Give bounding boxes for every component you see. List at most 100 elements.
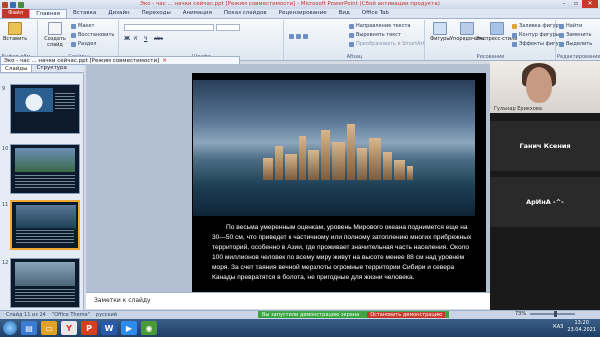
zoom-level[interactable]: 73% <box>515 311 526 317</box>
new-slide-icon <box>48 22 62 35</box>
new-slide-button[interactable]: Создать слайд <box>42 22 68 48</box>
tab-slideshow[interactable]: Показ слайдов <box>218 9 273 18</box>
current-slide[interactable]: По весьма умеренным оценкам, уровень Мир… <box>192 73 486 292</box>
app-icon[interactable]: ◉ <box>141 321 157 335</box>
zoom-slider[interactable] <box>530 311 575 317</box>
tab-animation[interactable]: Анимация <box>177 9 218 18</box>
slide-thumbnail[interactable] <box>10 258 80 308</box>
tab-file[interactable]: Файл <box>2 9 30 18</box>
smartart-button[interactable]: Преобразовать в SmartArt <box>349 41 425 47</box>
title-bar: Эко - час ... начки сейчас.ppt [Режим со… <box>0 0 600 9</box>
notes-placeholder: Заметки к слайду <box>94 297 151 304</box>
slide-thumbnail-selected[interactable] <box>10 200 80 250</box>
font-group: Ж К Ч abc Шрифт <box>120 20 284 60</box>
yandex-browser-icon[interactable]: Y <box>61 321 77 335</box>
clipboard-group: Вставить Буфер обм... <box>0 20 38 60</box>
screen-share-bar: Вы запустили демонстрацию экрана Останов… <box>258 311 450 318</box>
video-call-panel: Гульнар Ерикхова Ганич Ксения АрИнА -^- <box>490 61 600 310</box>
participant-video[interactable]: Гульнар Ерикхова <box>490 61 600 113</box>
language-tray[interactable]: КАЗ <box>553 324 563 330</box>
shapes-icon <box>433 22 448 35</box>
font-name-box[interactable] <box>124 24 214 31</box>
slide-thumbnail[interactable] <box>10 144 80 194</box>
participant-face <box>526 67 552 103</box>
language-indicator[interactable]: русский <box>96 312 117 318</box>
section-button[interactable]: Раздел <box>71 41 96 47</box>
start-button[interactable] <box>3 321 17 335</box>
replace-icon <box>559 32 564 38</box>
ribbon: Вставить Буфер обм... Создать слайд Маке… <box>0 19 600 61</box>
align-text-button[interactable]: Выровнять текст <box>349 32 401 38</box>
tab-view[interactable]: Вид <box>333 9 356 18</box>
section-icon <box>71 41 76 47</box>
flooded-city-photo <box>193 80 475 216</box>
paragraph-group: Направление текста Выровнять текст Преоб… <box>285 20 425 60</box>
align-left-icon[interactable] <box>289 34 308 39</box>
taskbar: ▤ ▭ Y P W ▶ ◉ КАЗ 13:20 23.04.2021 <box>0 319 600 337</box>
participant-tile[interactable]: АрИнА -^- <box>490 177 600 227</box>
maximize-button[interactable]: ▫ <box>570 0 582 8</box>
shape-fill-button[interactable]: Заливка фигуры <box>512 23 563 29</box>
reset-button[interactable]: Восстановить <box>71 32 114 38</box>
slide-body-text[interactable]: По весьма умеренным оценкам, уровень Мир… <box>212 223 472 283</box>
drawing-group: Фигуры Упорядочить Экспресс-стили Заливк… <box>426 20 563 60</box>
window-controls: – ▫ ✕ <box>558 0 598 8</box>
tab-outline[interactable]: Структура <box>32 64 70 72</box>
paste-icon <box>8 22 23 35</box>
minimize-button[interactable]: – <box>558 0 570 8</box>
explorer-icon[interactable]: ▤ <box>21 321 37 335</box>
slide-pane-tabs: Слайды Структура <box>0 64 84 73</box>
powerpoint-taskbar-icon[interactable]: P <box>81 321 97 335</box>
ribbon-tabs: Файл Главная Вставка Дизайн Переходы Ани… <box>0 9 600 19</box>
shape-effects-button[interactable]: Эффекты фигур <box>512 41 562 47</box>
slide-thumbnail[interactable] <box>10 84 80 134</box>
styles-icon <box>489 22 504 35</box>
tab-review[interactable]: Рецензирование <box>273 9 333 18</box>
effects-icon <box>512 41 517 47</box>
window-title: Эко - час ... начки сейчас.ppt [Режим со… <box>140 1 440 7</box>
smartart-icon <box>349 41 354 47</box>
tab-office-tab[interactable]: Office Tab <box>356 9 395 18</box>
find-button[interactable]: Найти <box>559 23 582 29</box>
stop-share-button[interactable]: Остановить демонстрацию <box>367 311 446 318</box>
strikethrough-button[interactable]: abc <box>154 36 163 42</box>
undo-icon[interactable] <box>18 1 24 8</box>
italic-button[interactable]: К <box>134 36 138 42</box>
tab-transitions[interactable]: Переходы <box>136 9 177 18</box>
participant-tile[interactable]: Ганич Ксения <box>490 121 600 171</box>
layout-button[interactable]: Макет <box>71 23 94 29</box>
figures-button[interactable]: Фигуры <box>430 22 450 42</box>
fill-icon <box>512 23 517 29</box>
tab-design[interactable]: Дизайн <box>102 9 135 18</box>
notes-pane[interactable]: Заметки к слайду <box>86 292 490 309</box>
slide-thumbnails-pane: 9 10 11 12 <box>0 74 84 310</box>
tab-home[interactable]: Главная <box>29 9 67 18</box>
arrange-icon <box>460 22 475 35</box>
zoom-app-icon[interactable]: ▶ <box>121 321 137 335</box>
word-taskbar-icon[interactable]: W <box>101 321 117 335</box>
replace-button[interactable]: Заменить <box>559 32 592 38</box>
align-text-icon <box>349 32 354 38</box>
slides-group: Создать слайд Макет Восстановить Раздел … <box>39 20 119 60</box>
close-button[interactable]: ✕ <box>582 0 598 8</box>
tab-slides[interactable]: Слайды <box>0 64 33 72</box>
font-size-box[interactable] <box>216 24 240 31</box>
bold-button[interactable]: Ж <box>124 36 130 42</box>
underline-button[interactable]: Ч <box>144 36 147 42</box>
clock[interactable]: 13:20 23.04.2021 <box>567 320 596 334</box>
text-direction-icon <box>349 23 354 29</box>
theme-name: "Office Theme" <box>51 312 90 318</box>
paste-button[interactable]: Вставить <box>3 22 27 42</box>
select-button[interactable]: Выделить <box>559 41 592 47</box>
city-skyline <box>263 118 413 180</box>
text-direction-button[interactable]: Направление текста <box>349 23 410 29</box>
editing-group: Найти Заменить Выделить Редактирование <box>557 23 600 60</box>
tab-insert[interactable]: Вставка <box>67 9 102 18</box>
powerpoint-icon[interactable] <box>2 1 8 8</box>
folder-icon[interactable]: ▭ <box>41 321 57 335</box>
slide-canvas: По весьма умеренным оценкам, уровень Мир… <box>86 64 490 292</box>
shape-outline-button[interactable]: Контур фигуры <box>512 32 560 38</box>
outline-icon <box>512 32 517 38</box>
layout-icon <box>71 23 76 29</box>
save-icon[interactable] <box>10 1 16 8</box>
